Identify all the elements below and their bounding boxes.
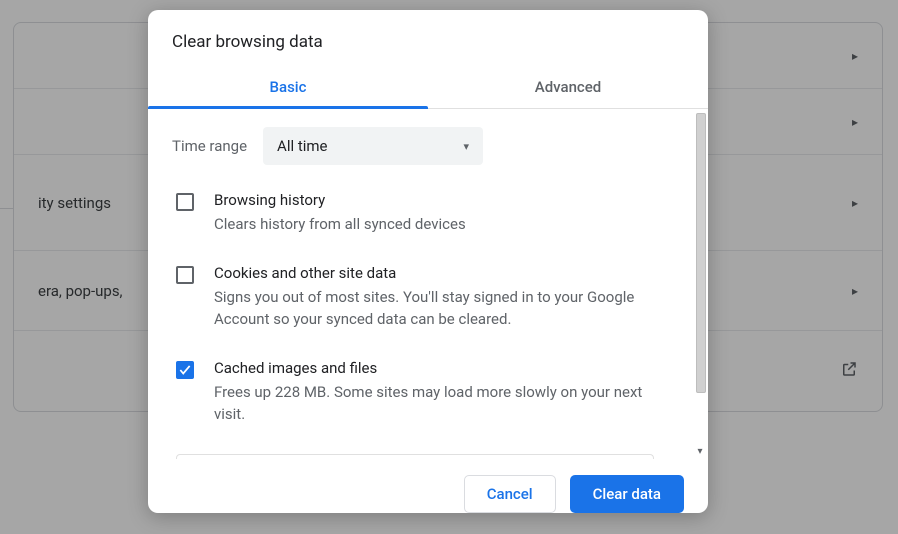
- scrollbar-thumb[interactable]: [696, 113, 706, 393]
- chevron-down-icon: ▾: [464, 140, 470, 153]
- checkbox-cookies[interactable]: [176, 266, 194, 284]
- option-description: Clears history from all synced devices: [214, 213, 654, 236]
- dialog-footer: Cancel Clear data: [148, 459, 708, 513]
- time-range-label: Time range: [172, 137, 247, 155]
- option-cached: Cached images and files Frees up 228 MB.…: [172, 359, 684, 426]
- option-text: Browsing history Clears history from all…: [214, 191, 684, 236]
- dialog-title: Clear browsing data: [148, 10, 708, 68]
- tab-advanced[interactable]: Advanced: [428, 68, 708, 108]
- time-range-value: All time: [277, 137, 327, 155]
- option-title: Browsing history: [214, 191, 654, 209]
- dialog-scroll-area: ▾ Time range All time ▾ Browsing history…: [148, 109, 708, 459]
- option-description: Frees up 228 MB. Some sites may load mor…: [214, 381, 654, 426]
- partial-search-box: [176, 454, 654, 460]
- option-title: Cookies and other site data: [214, 264, 654, 282]
- clear-browsing-data-dialog: Clear browsing data Basic Advanced ▾ Tim…: [148, 10, 708, 513]
- tabs: Basic Advanced: [148, 68, 708, 109]
- clear-data-button[interactable]: Clear data: [570, 475, 684, 513]
- time-range-select[interactable]: All time ▾: [263, 127, 483, 165]
- option-cookies: Cookies and other site data Signs you ou…: [172, 264, 684, 331]
- option-description: Signs you out of most sites. You'll stay…: [214, 286, 654, 331]
- checkbox-cached[interactable]: [176, 361, 194, 379]
- option-text: Cached images and files Frees up 228 MB.…: [214, 359, 684, 426]
- checkbox-browsing-history[interactable]: [176, 193, 194, 211]
- scroll-down-icon[interactable]: ▾: [694, 446, 706, 457]
- cancel-button[interactable]: Cancel: [464, 475, 556, 513]
- option-text: Cookies and other site data Signs you ou…: [214, 264, 684, 331]
- tab-basic[interactable]: Basic: [148, 68, 428, 108]
- option-title: Cached images and files: [214, 359, 654, 377]
- time-range-row: Time range All time ▾: [172, 127, 684, 165]
- option-browsing-history: Browsing history Clears history from all…: [172, 191, 684, 236]
